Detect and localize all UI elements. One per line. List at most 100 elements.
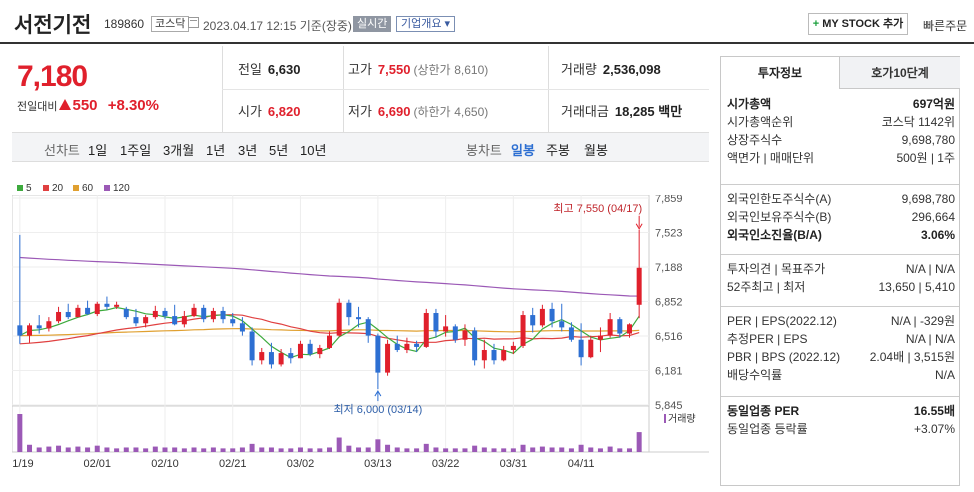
info-value: 9,698,780 (901, 133, 955, 147)
volume-bar (588, 447, 594, 452)
volume-bar (549, 447, 555, 452)
period-1d[interactable]: 1일 (88, 140, 107, 159)
candle-body (114, 304, 120, 307)
volume-bar (317, 448, 323, 452)
info-label: 배당수익률 (727, 368, 783, 382)
legend-ma20: 20 (43, 183, 63, 194)
candle-body (210, 310, 216, 320)
candle-body (152, 310, 158, 318)
candle-body (394, 343, 400, 351)
candle-body (433, 313, 439, 332)
volume-bar (414, 448, 420, 452)
period-1w[interactable]: 1주일 (120, 140, 151, 159)
info-row: 투자의견 | 목표주가 N/A | N/A (727, 260, 955, 278)
info-row: 시가총액순위 코스닥 1142위 (727, 113, 955, 131)
investment-info-panel: 투자정보 호가10단계 시가총액 697억원 시가총액순위 코스닥 1142위 상장주식… (720, 56, 960, 486)
high-annotation: 최고 7,550 (04/17) (553, 202, 642, 215)
candle-body (481, 350, 487, 361)
x-tick-label: 02/10 (151, 458, 179, 470)
info-row: 외국인소진율(B/A) 3.06% (727, 226, 955, 244)
candle-body (104, 303, 110, 307)
y-tick-label: 6,516 (655, 331, 683, 343)
y-tick-label: 6,852 (655, 297, 683, 309)
chart-frame (12, 195, 650, 453)
info-value: 13,650 | 5,410 (878, 280, 955, 294)
volume-bar (259, 447, 265, 452)
volume-bar (597, 448, 603, 452)
realtime-button[interactable]: 실시간 (353, 16, 392, 32)
info-row: 52주최고 | 최저 13,650 | 5,410 (727, 278, 955, 296)
candle-monthly[interactable]: 월봉 (584, 140, 608, 159)
tab-order-book[interactable]: 호가10단계 (840, 57, 960, 89)
volume-bar (385, 444, 391, 452)
candle-body (191, 307, 197, 317)
candle-body (249, 331, 255, 361)
price-summary: 7,180 전일대비 550 +8.30% (12, 46, 222, 132)
candle-body (385, 343, 391, 373)
my-stock-add-button[interactable]: + MY STOCK 추가 (808, 13, 908, 35)
candlestick-chart[interactable]: 7,859 7,523 7,188 6,852 6,516 6,181 5,845 01/19… (12, 195, 709, 492)
candle-body (365, 319, 371, 336)
volume-bar (559, 447, 565, 452)
candle-body (65, 311, 71, 318)
volume-bar (191, 447, 197, 452)
candle-body (307, 343, 313, 355)
corp-info-dropdown[interactable]: 기업개요 ▾ (396, 16, 456, 32)
volume-bar (617, 448, 623, 452)
candle-body (288, 353, 294, 359)
candle-body (597, 335, 603, 340)
candle-body (75, 307, 81, 318)
low-price: 저가 6,690 (하한가 4,650) (348, 104, 489, 119)
candle-daily[interactable]: 일봉 (511, 140, 535, 159)
candle-body (162, 310, 168, 317)
info-value: 500원 | 1주 (896, 151, 955, 165)
info-value: 코스닥 1142위 (881, 115, 955, 129)
quote-datetime: 2023.04.17 12:15 기준(장중) (203, 19, 352, 33)
candle-body (443, 326, 449, 332)
stock-header: 서전기전 189860 코스닥 2023.04.17 12:15 기준(장중) … (0, 0, 974, 44)
period-3m[interactable]: 3개월 (163, 140, 194, 159)
period-3y[interactable]: 3년 (238, 140, 257, 159)
candle-weekly[interactable]: 주봉 (546, 140, 570, 159)
info-row: 동일업종 등락률 +3.07% (727, 420, 955, 438)
period-1y[interactable]: 1년 (206, 140, 225, 159)
x-tick-label: 04/11 (568, 458, 595, 470)
calendar-icon (188, 17, 199, 28)
info-row: 외국인한도주식수(A) 9,698,780 (727, 190, 955, 208)
info-label: 액면가 | 매매단위 (727, 151, 815, 165)
volume-bar (104, 447, 110, 452)
candle-body (17, 325, 23, 336)
volume-bar (36, 447, 42, 452)
period-10y[interactable]: 10년 (300, 140, 326, 159)
info-label: PBR | BPS (2022.12) (727, 350, 841, 364)
info-row: PER | EPS(2022.12) N/A | -329원 (727, 312, 955, 330)
volume-bar (181, 448, 187, 452)
x-tick-label: 03/13 (364, 458, 392, 470)
candle-body (94, 303, 100, 315)
legend-ma120: 120 (104, 183, 130, 194)
volume-bar (249, 443, 255, 452)
period-5y[interactable]: 5년 (269, 140, 288, 159)
candle-body (143, 317, 149, 324)
volume-label: 거래량 (668, 413, 696, 425)
y-tick-label: 5,845 (655, 400, 683, 412)
candle-body (462, 330, 468, 340)
volume-bar (210, 447, 216, 452)
info-value: 296,664 (911, 210, 955, 224)
quick-order-link[interactable]: 빠른주문 (923, 17, 967, 34)
info-value: 3.06% (920, 228, 955, 242)
line-chart-label: 선차트 (44, 143, 80, 158)
candle-body (220, 310, 226, 320)
tab-investment-info[interactable]: 투자정보 (721, 57, 840, 89)
candle-body (172, 316, 178, 325)
volume-bar (239, 447, 245, 452)
volume-bar (46, 446, 52, 452)
candle-body (549, 308, 555, 322)
candle-body (27, 325, 33, 336)
volume-bar (123, 447, 129, 452)
volume-bar (626, 448, 632, 452)
x-tick-label: 01/19 (12, 458, 34, 470)
candle-body (617, 319, 623, 334)
volume-bar (94, 445, 100, 452)
candle-body (278, 353, 284, 365)
